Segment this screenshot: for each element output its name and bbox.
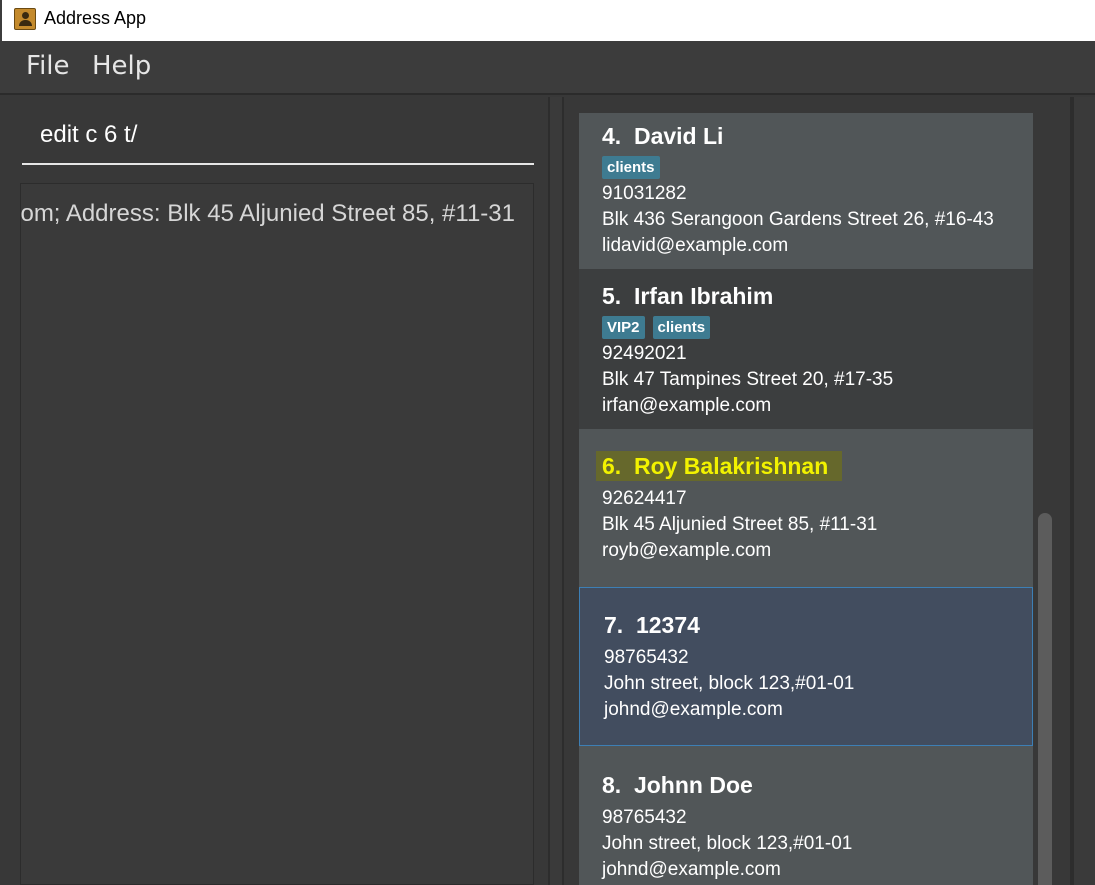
menu-help[interactable]: Help: [92, 51, 151, 81]
person-title: 8. Johnn Doe: [602, 772, 1033, 799]
tag: clients: [602, 156, 660, 179]
tag-list: VIP2 clients: [602, 316, 1033, 339]
person-title: 6. Roy Balakrishnan: [602, 453, 1033, 480]
person-title: 5. Irfan Ibrahim: [602, 283, 1033, 310]
person-address: Blk 436 Serangoon Gardens Street 26, #16…: [602, 209, 994, 230]
tag: VIP2: [602, 316, 645, 339]
person-name: Roy Balakrishnan: [633, 453, 829, 479]
person-title: 4. David Li: [602, 123, 1033, 150]
command-input[interactable]: edit c 6 t/: [40, 121, 137, 149]
person-list[interactable]: 4. David Li clients 91031282 Blk 436 Ser…: [579, 113, 1033, 885]
person-index: 4.: [602, 123, 622, 149]
person-card[interactable]: 8. Johnn Doe 98765432 John street, block…: [579, 746, 1033, 885]
person-address: Blk 47 Tampines Street 20, #17-35: [602, 369, 894, 390]
tag-list: clients: [602, 156, 1033, 179]
pane-splitter[interactable]: [550, 97, 562, 885]
person-title: 7. 12374: [604, 612, 1032, 639]
window-title: Address App: [44, 8, 147, 28]
tag: clients: [652, 316, 711, 339]
person-card[interactable]: 4. David Li clients 91031282 Blk 436 Ser…: [579, 113, 1033, 269]
person-index: 6.: [602, 453, 622, 479]
side-panel: [1072, 97, 1095, 885]
person-name: Johnn Doe: [633, 772, 753, 798]
person-address: John street, block 123,#01-01: [602, 833, 853, 854]
person-card[interactable]: 5. Irfan Ibrahim VIP2 clients 92492021 B…: [579, 269, 1033, 429]
person-name: David Li: [633, 123, 724, 149]
person-card-selected[interactable]: 7. 12374 98765432 John street, block 123…: [579, 587, 1033, 746]
person-email: johnd@example.com: [604, 699, 783, 720]
command-box[interactable]: edit c 6 t/: [22, 111, 534, 165]
person-index: 5.: [602, 283, 622, 309]
person-phone: 98765432: [604, 647, 689, 668]
person-email: royb@example.com: [602, 540, 772, 561]
person-phone: 92624417: [602, 488, 687, 509]
address-book-icon: [14, 8, 36, 30]
person-phone: 91031282: [602, 183, 687, 204]
person-index: 7.: [604, 612, 624, 638]
person-email: irfan@example.com: [602, 395, 772, 416]
person-phone: 98765432: [602, 807, 687, 828]
result-text: om; Address: Blk 45 Aljunied Street 85, …: [20, 200, 515, 227]
left-pane: edit c 6 t/ om; Address: Blk 45 Aljunied…: [2, 97, 550, 885]
person-address: Blk 45 Aljunied Street 85, #11-31: [602, 514, 878, 535]
person-email: lidavid@example.com: [602, 235, 789, 256]
menu-bar: File Help: [0, 41, 1095, 95]
person-name: 12374: [635, 612, 700, 638]
list-scrollbar-thumb[interactable]: [1038, 513, 1052, 885]
title-bar: Address App: [0, 0, 1095, 41]
person-name: Irfan Ibrahim: [633, 283, 774, 309]
result-display[interactable]: om; Address: Blk 45 Aljunied Street 85, …: [20, 183, 534, 885]
person-address: John street, block 123,#01-01: [604, 673, 855, 694]
person-phone: 92492021: [602, 343, 687, 364]
menu-file[interactable]: File: [26, 51, 70, 81]
person-index: 8.: [602, 772, 622, 798]
person-email: johnd@example.com: [602, 859, 781, 880]
person-card[interactable]: 6. Roy Balakrishnan 92624417 Blk 45 Alju…: [579, 429, 1033, 587]
